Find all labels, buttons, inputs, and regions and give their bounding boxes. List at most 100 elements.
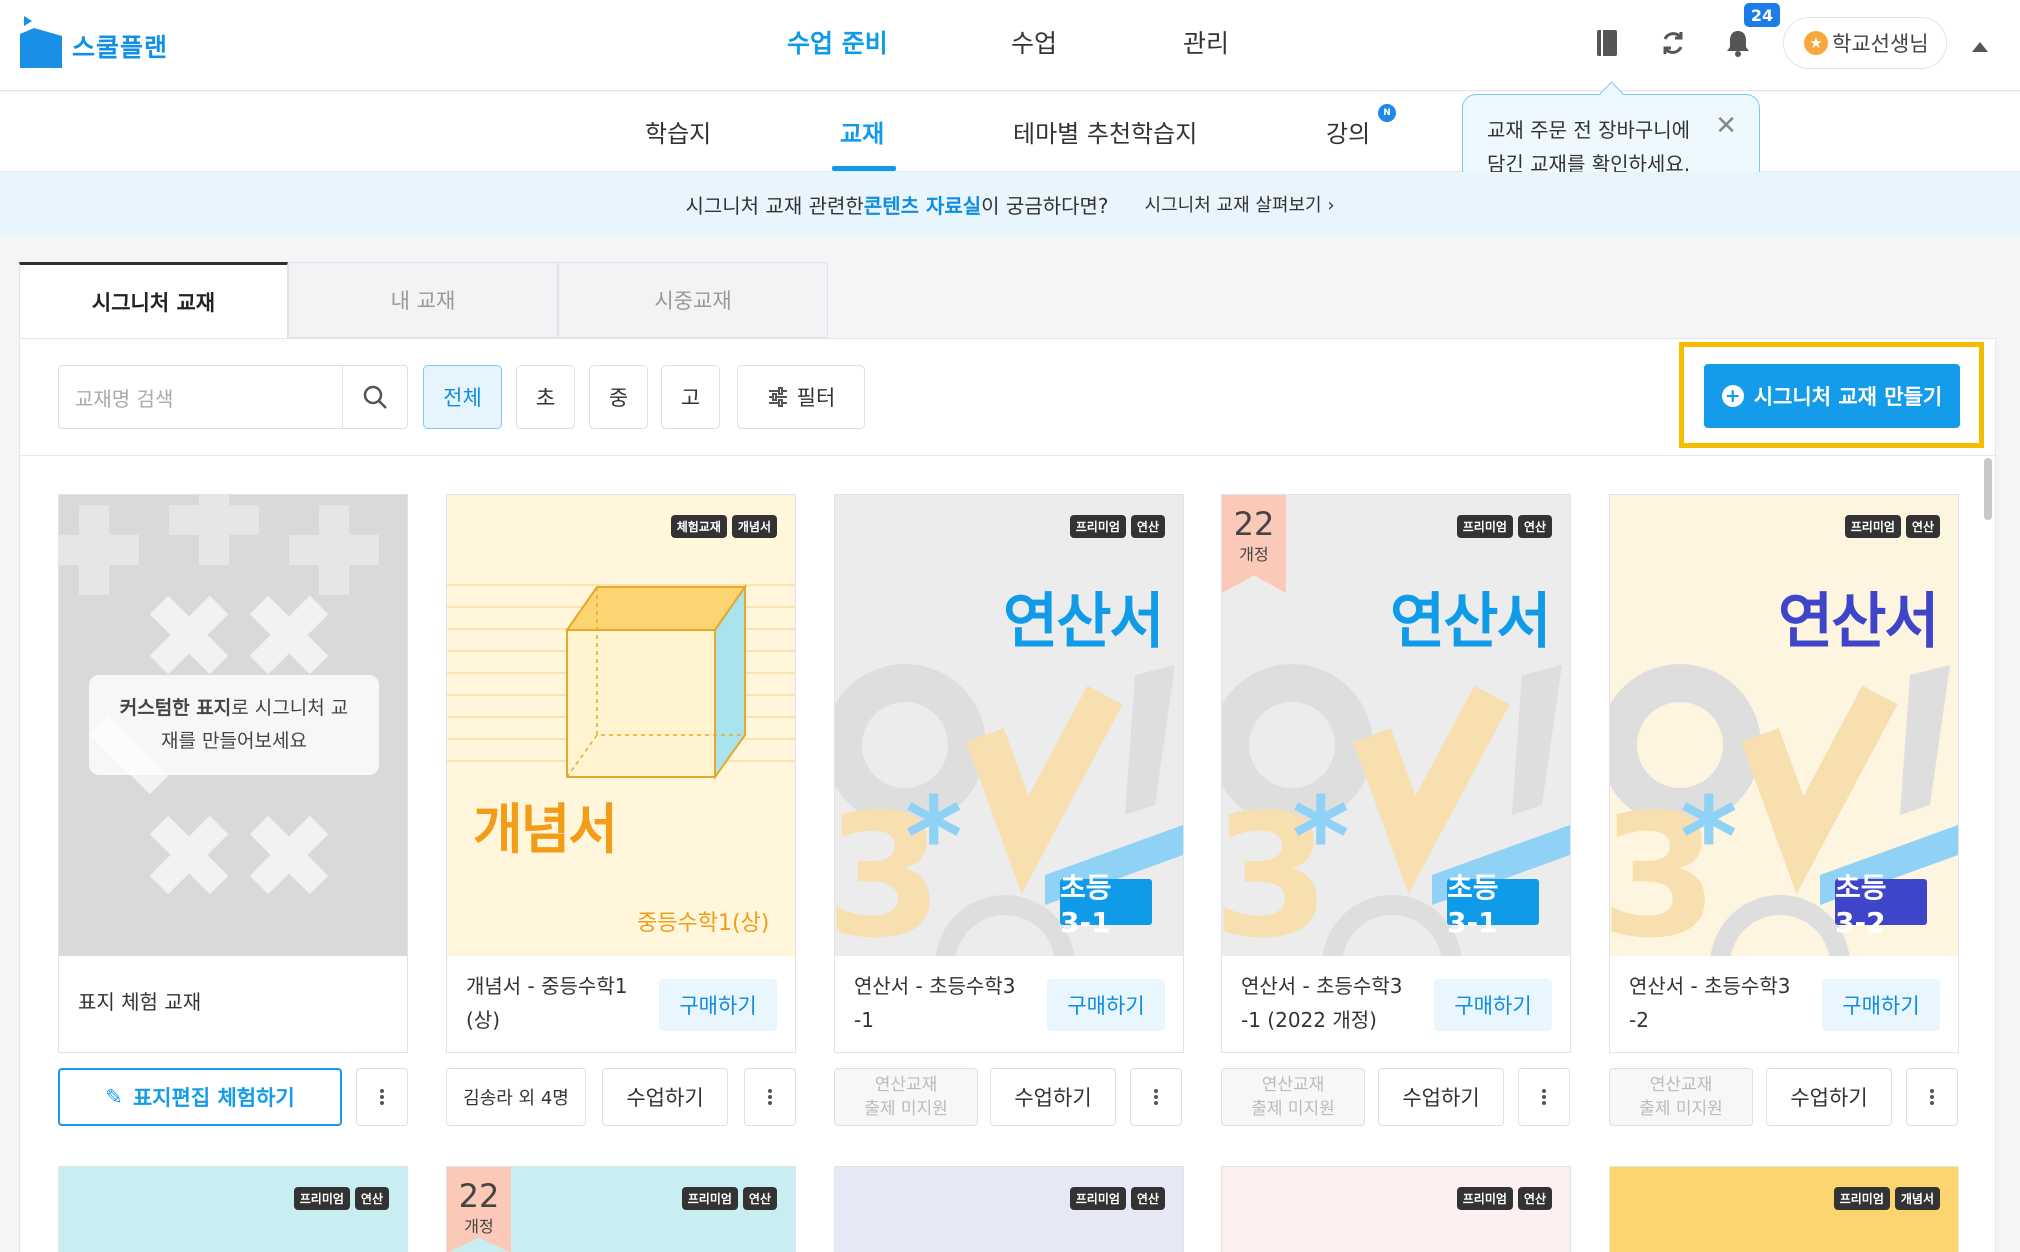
filter-all[interactable]: 전체 (423, 365, 502, 429)
tag: 프리미엄 (1069, 1187, 1126, 1210)
textbook-card[interactable]: 프리미엄 연산 (1221, 1166, 1571, 1252)
filter-label: 필터 (796, 386, 836, 410)
tooltip-line1: 교재 주문 전 장바구니에 (1487, 118, 1691, 142)
class-button[interactable]: 수업하기 (1378, 1068, 1504, 1126)
tag: 프리미엄 (1833, 1187, 1890, 1210)
scrollbar[interactable] (1984, 458, 1992, 520)
title-line2: -1 (854, 1008, 874, 1032)
star-icon: ★ (1804, 31, 1828, 55)
more-vertical-icon (1930, 1087, 1934, 1107)
tag-list: 프리미엄 연산 (1456, 1187, 1552, 1210)
filter-high[interactable]: 고 (661, 365, 720, 429)
revision-text: 개정 (464, 1217, 494, 1236)
book-cover: 3 * 프리미엄 연산 연산서 초등 3-1 (835, 495, 1183, 956)
tab-commercial[interactable]: 시중교재 (558, 262, 828, 338)
textbook-card[interactable]: 3 * 22 개정 프리미엄 연산 연산서 초등 3-1 연산서 - 초등수학3-… (1221, 494, 1571, 1053)
tab-signature[interactable]: 시그니처 교재 (19, 262, 288, 338)
filter-button[interactable]: 필터 (737, 365, 865, 429)
logo-flag-icon (20, 16, 62, 68)
title-line1: 연산서 - 초등수학3 (1241, 974, 1403, 998)
cover-edit-button[interactable]: ✎ 표지편집 체험하기 (58, 1068, 342, 1126)
banner-text-pre: 시그니처 교재 관련한 (685, 193, 864, 218)
banner-link[interactable]: 시그니처 교재 살펴보기 › (1145, 191, 1335, 217)
tab-lecture[interactable]: 강의 (1326, 114, 1370, 149)
filter-elementary[interactable]: 초 (516, 365, 575, 429)
tab-textbook[interactable]: 교재 (840, 114, 884, 149)
textbook-card[interactable]: 커스텀한 표지로 시그니처 교 재를 만들어보세요 표지 체험 교재 (58, 494, 408, 1053)
textbook-card[interactable]: 프리미엄 개념서 (1609, 1166, 1959, 1252)
more-menu-button[interactable] (1906, 1068, 1958, 1126)
tab-theme-worksheet[interactable]: 테마별 추천학습지 (1013, 114, 1197, 149)
logo-text: 스쿨플랜 (72, 33, 169, 62)
title-line2: (상) (466, 1008, 501, 1032)
revision-num: 22 (1233, 505, 1275, 543)
book-cover: 체험교재 개념서 개념서 중등수학1(상) (447, 495, 795, 956)
textbook-card[interactable]: 3 * 프리미엄 연산 연산서 초등 3-1 연산서 - 초등수학3 -1 구매하… (834, 494, 1184, 1053)
tag-list: 프리미엄 연산 (293, 1187, 389, 1210)
textbook-card[interactable]: 프리미엄 연산 (834, 1166, 1184, 1252)
banner-highlight[interactable]: 콘텐츠 자료실 (864, 190, 981, 219)
tag-list: 체험교재 개념서 (670, 515, 777, 538)
textbook-card[interactable]: 체험교재 개념서 개념서 중등수학1(상) 개념서 - 중등수학1 (상) 구매하… (446, 494, 796, 1053)
buy-button[interactable]: 구매하기 (659, 979, 777, 1031)
refresh-icon[interactable] (1656, 26, 1690, 60)
notification-badge: 24 (1744, 3, 1780, 27)
textbook-card[interactable]: 3 * 프리미엄 연산 연산서 초등 3-2 연산서 - 초등수학3 -2 구매하… (1609, 494, 1959, 1053)
close-icon[interactable]: ✕ (1715, 109, 1737, 143)
user-menu[interactable]: ★ 학교선생님 (1783, 17, 1947, 69)
svg-text:*: * (1680, 773, 1738, 901)
tag-list: 프리미엄 연산 (1456, 515, 1552, 538)
nav-manage[interactable]: 관리 (1183, 24, 1229, 60)
nav-lesson-prep[interactable]: 수업 준비 (787, 24, 888, 60)
svg-text:*: * (1292, 773, 1350, 901)
tag: 연산 (1517, 1187, 1552, 1210)
grade-label: 초등 3-1 (1447, 871, 1539, 939)
filter-middle[interactable]: 중 (589, 365, 648, 429)
book-icon[interactable] (1590, 26, 1624, 60)
class-button[interactable]: 수업하기 (1766, 1068, 1892, 1126)
tag: 프리미엄 (1844, 515, 1901, 538)
banner-link-label: 시그니처 교재 살펴보기 (1144, 195, 1322, 216)
more-menu-button[interactable] (744, 1068, 796, 1126)
buy-button[interactable]: 구매하기 (1434, 979, 1552, 1031)
tab-my-textbook[interactable]: 내 교재 (288, 262, 558, 338)
tag-list: 프리미엄 연산 (1069, 1187, 1165, 1210)
buy-button[interactable]: 구매하기 (1047, 979, 1165, 1031)
logo[interactable]: 스쿨플랜 (20, 16, 168, 68)
unsupported-line1: 연산교재 (1261, 1075, 1325, 1095)
tab-worksheet[interactable]: 학습지 (645, 114, 711, 149)
caret-up-icon[interactable] (1972, 37, 1988, 56)
tag: 연산 (742, 1187, 777, 1210)
textbook-card[interactable]: 프리미엄 연산 (58, 1166, 408, 1252)
tag: 프리미엄 (1456, 1187, 1513, 1210)
class-button[interactable]: 수업하기 (990, 1068, 1116, 1126)
chevron-right-icon: › (1327, 195, 1335, 216)
hint-rest: 로 시그니처 교 (231, 697, 349, 719)
revision-num: 22 (458, 1177, 500, 1215)
search-icon[interactable] (342, 365, 408, 429)
tag: 연산 (354, 1187, 389, 1210)
people-button[interactable]: 김송라 외 4명 (446, 1068, 586, 1126)
create-label: 시그니처 교재 만들기 (1753, 385, 1943, 409)
user-name: 학교선생님 (1832, 32, 1929, 56)
edit-label: 표지편집 체험하기 (132, 1086, 295, 1110)
cover-title: 연산서 (1390, 587, 1552, 657)
cover-placeholder: 커스텀한 표지로 시그니처 교 재를 만들어보세요 (59, 495, 407, 956)
tag: 체험교재 (670, 515, 727, 538)
more-menu-button[interactable] (1518, 1068, 1570, 1126)
unsupported-line1: 연산교재 (874, 1075, 938, 1095)
buy-button[interactable]: 구매하기 (1822, 979, 1940, 1031)
create-signature-button[interactable]: + 시그니처 교재 만들기 (1704, 364, 1960, 428)
class-button[interactable]: 수업하기 (602, 1068, 728, 1126)
bell-icon[interactable] (1721, 26, 1755, 60)
cover-title: 개념서 (473, 798, 618, 861)
search-input[interactable]: 교재명 검색 (58, 365, 342, 429)
more-menu-button[interactable] (1130, 1068, 1182, 1126)
more-vertical-icon (380, 1087, 384, 1107)
title-line1: 연산서 - 초등수학3 (854, 974, 1016, 998)
nav-lesson[interactable]: 수업 (1011, 24, 1057, 60)
info-banner: 시그니처 교재 관련한 콘텐츠 자료실 이 궁금하다면? 시그니처 교재 살펴보기… (0, 172, 2020, 236)
textbook-card[interactable]: 22 개정 프리미엄 연산 (446, 1166, 796, 1252)
banner-text-post: 이 궁금하다면? (981, 193, 1109, 218)
more-menu-button[interactable] (356, 1068, 408, 1126)
